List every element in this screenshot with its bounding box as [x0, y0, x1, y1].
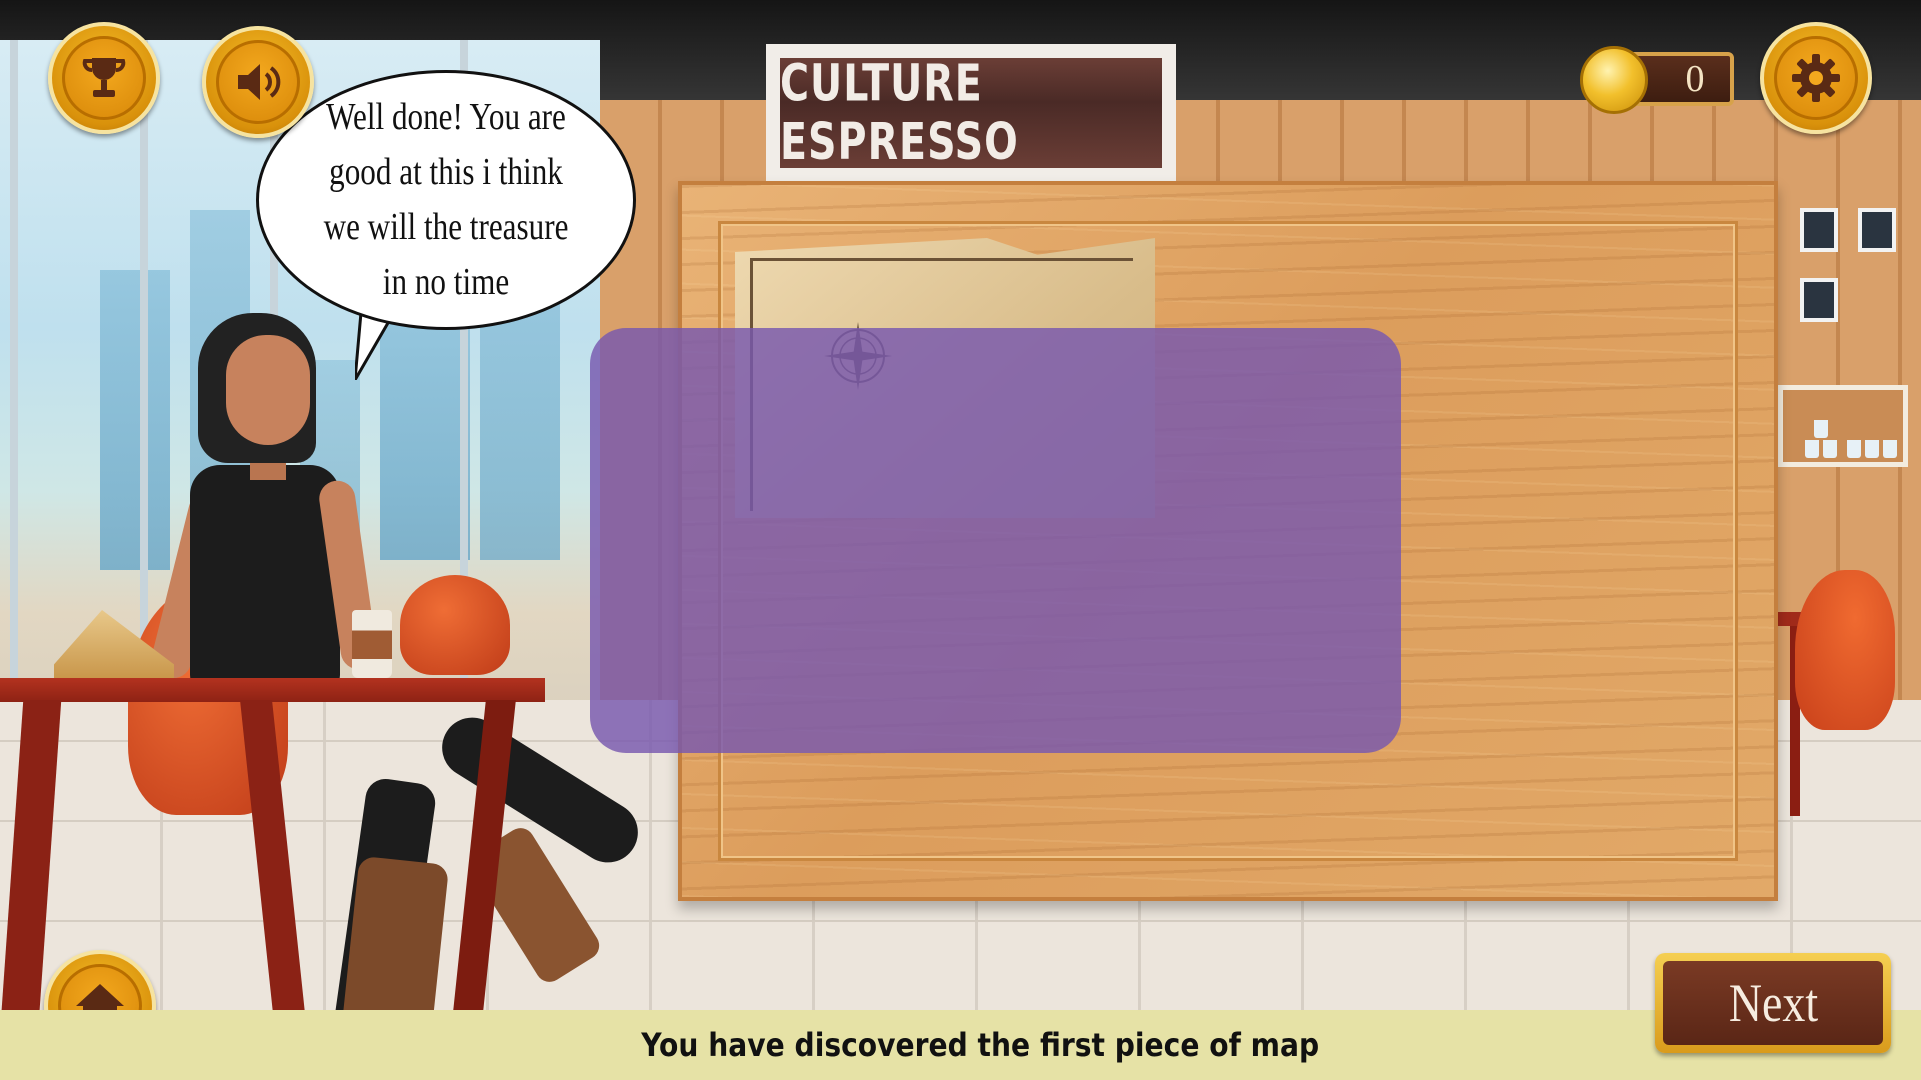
gear-icon [1792, 54, 1840, 102]
next-label: Next [1728, 973, 1818, 1033]
next-button[interactable]: Next [1655, 953, 1891, 1053]
cafe-sign: CULTURE ESPRESSO [766, 44, 1176, 182]
sign-title: CULTURE ESPRESSO [780, 54, 1019, 172]
cup-shelf [1778, 385, 1908, 467]
sound-button[interactable] [202, 26, 314, 138]
wall-frame [1858, 208, 1896, 252]
trophy-icon [82, 58, 126, 97]
speech-text: Well done! You are good at this i think … [323, 96, 569, 303]
wall-frame [1800, 208, 1838, 252]
status-bar: You have discovered the first piece of m… [0, 1010, 1921, 1080]
character-body [190, 465, 340, 695]
speech-bubble: Well done! You are good at this i think … [256, 70, 636, 330]
reveal-overlay [590, 328, 1401, 753]
wall-frame [1800, 278, 1838, 322]
status-message: You have discovered the first piece of m… [641, 1026, 1320, 1064]
coin-icon [1580, 46, 1648, 114]
side-chair [1795, 570, 1895, 730]
cafe-table [0, 678, 545, 702]
trophy-button[interactable] [48, 22, 160, 134]
coin-count: 0 [1685, 58, 1705, 100]
chair [400, 575, 510, 675]
settings-button[interactable] [1760, 22, 1872, 134]
coffee-cup [352, 610, 392, 678]
speaker-icon [238, 64, 281, 100]
character-face [226, 335, 310, 445]
